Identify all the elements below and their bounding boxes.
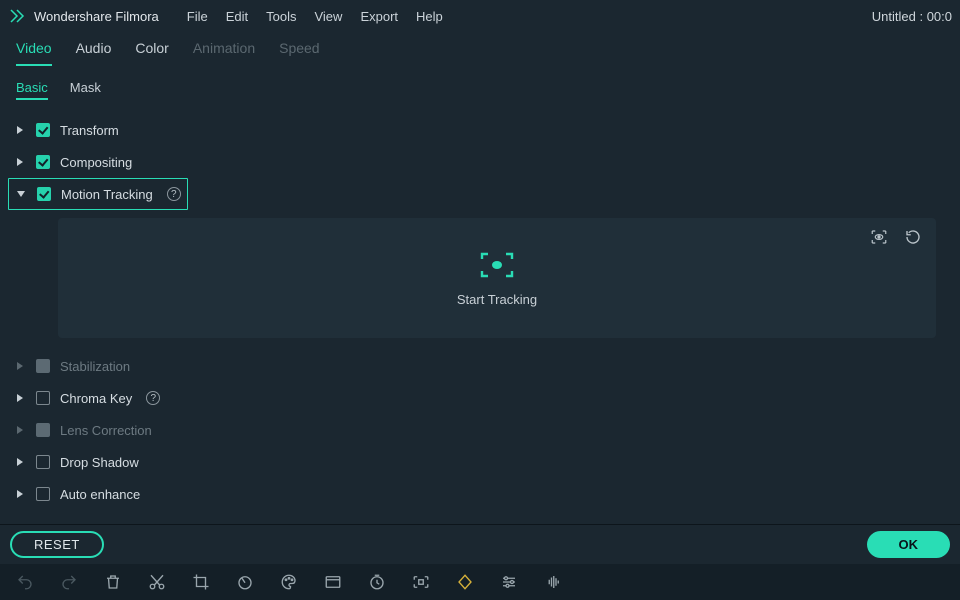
- chevron-right-icon[interactable]: [14, 360, 26, 372]
- tracking-target-icon[interactable]: [479, 250, 515, 280]
- chevron-right-icon[interactable]: [14, 424, 26, 436]
- motion-tracking-panel: Start Tracking: [58, 218, 936, 338]
- checkbox-transform[interactable]: [36, 123, 50, 137]
- mosaic-preview-icon[interactable]: [870, 228, 888, 246]
- section-motion-tracking[interactable]: Motion Tracking ?: [8, 178, 188, 210]
- titlebar: Wondershare Filmora File Edit Tools View…: [0, 0, 960, 32]
- chevron-right-icon[interactable]: [14, 456, 26, 468]
- checkbox-drop-shadow[interactable]: [36, 455, 50, 469]
- start-tracking-label[interactable]: Start Tracking: [457, 292, 537, 307]
- crop-icon[interactable]: [192, 573, 210, 591]
- checkbox-stabilization[interactable]: [36, 359, 50, 373]
- checkbox-auto-enhance[interactable]: [36, 487, 50, 501]
- reset-tracking-icon[interactable]: [904, 228, 922, 246]
- checkbox-lens-correction[interactable]: [36, 423, 50, 437]
- sections: Transform Compositing Motion Tracking ?: [0, 100, 960, 510]
- chevron-right-icon[interactable]: [14, 156, 26, 168]
- bottom-toolbar: [0, 564, 960, 600]
- menu-help[interactable]: Help: [416, 9, 443, 24]
- tab-animation: Animation: [193, 40, 255, 66]
- subtab-basic[interactable]: Basic: [16, 80, 48, 100]
- menu-file[interactable]: File: [187, 9, 208, 24]
- section-compositing[interactable]: Compositing: [8, 146, 952, 178]
- color-icon[interactable]: [280, 573, 298, 591]
- section-auto-enhance[interactable]: Auto enhance: [8, 478, 952, 510]
- section-label: Motion Tracking: [61, 187, 153, 202]
- chevron-right-icon[interactable]: [14, 392, 26, 404]
- help-icon[interactable]: ?: [167, 187, 181, 201]
- section-drop-shadow[interactable]: Drop Shadow: [8, 446, 952, 478]
- section-transform[interactable]: Transform: [8, 114, 952, 146]
- section-chroma-key[interactable]: Chroma Key ?: [8, 382, 952, 414]
- green-screen-icon[interactable]: [324, 573, 342, 591]
- redo-icon[interactable]: [60, 573, 78, 591]
- checkbox-chroma-key[interactable]: [36, 391, 50, 405]
- delete-icon[interactable]: [104, 573, 122, 591]
- section-lens-correction[interactable]: Lens Correction: [8, 414, 952, 446]
- section-label: Auto enhance: [60, 487, 140, 502]
- duration-icon[interactable]: [368, 573, 386, 591]
- tab-audio[interactable]: Audio: [76, 40, 112, 66]
- menu-view[interactable]: View: [314, 9, 342, 24]
- ok-button[interactable]: OK: [867, 531, 951, 558]
- help-icon[interactable]: ?: [146, 391, 160, 405]
- panel-actions: [870, 228, 922, 246]
- menu-export[interactable]: Export: [360, 9, 398, 24]
- freeze-icon[interactable]: [412, 573, 430, 591]
- checkbox-motion-tracking[interactable]: [37, 187, 51, 201]
- section-label: Stabilization: [60, 359, 130, 374]
- speed-icon[interactable]: [236, 573, 254, 591]
- app-title: Wondershare Filmora: [34, 9, 159, 24]
- adjust-icon[interactable]: [500, 573, 518, 591]
- document-title: Untitled : 00:0: [872, 9, 952, 24]
- chevron-down-icon[interactable]: [15, 188, 27, 200]
- menu-tools[interactable]: Tools: [266, 9, 296, 24]
- checkbox-compositing[interactable]: [36, 155, 50, 169]
- section-label: Transform: [60, 123, 119, 138]
- main-menu: File Edit Tools View Export Help: [187, 9, 443, 24]
- reset-button[interactable]: RESET: [10, 531, 104, 558]
- tab-speed: Speed: [279, 40, 319, 66]
- section-label: Compositing: [60, 155, 132, 170]
- audio-icon[interactable]: [544, 573, 562, 591]
- subtab-mask[interactable]: Mask: [70, 80, 101, 100]
- tab-color[interactable]: Color: [135, 40, 168, 66]
- chevron-right-icon[interactable]: [14, 124, 26, 136]
- section-stabilization[interactable]: Stabilization: [8, 350, 952, 382]
- menu-edit[interactable]: Edit: [226, 9, 248, 24]
- app-logo-icon: [8, 7, 26, 25]
- keyframe-icon[interactable]: [456, 573, 474, 591]
- cut-icon[interactable]: [148, 573, 166, 591]
- chevron-right-icon[interactable]: [14, 488, 26, 500]
- section-label: Drop Shadow: [60, 455, 139, 470]
- undo-icon[interactable]: [16, 573, 34, 591]
- tab-video[interactable]: Video: [16, 40, 52, 66]
- primary-tabs: Video Audio Color Animation Speed: [0, 32, 960, 66]
- section-label: Chroma Key: [60, 391, 132, 406]
- section-label: Lens Correction: [60, 423, 152, 438]
- action-bar: RESET OK: [0, 524, 960, 564]
- sub-tabs: Basic Mask: [0, 66, 960, 100]
